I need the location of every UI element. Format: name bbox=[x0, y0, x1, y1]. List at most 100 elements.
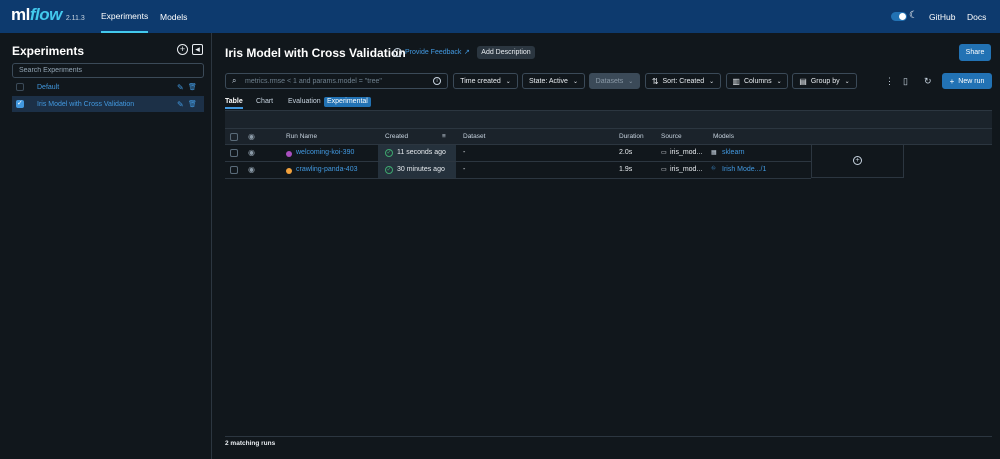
chevron-down-icon: ⌄ bbox=[844, 78, 850, 85]
more-options-icon[interactable]: ⋮ bbox=[885, 76, 894, 87]
footer-divider bbox=[225, 436, 992, 437]
row-checkbox[interactable] bbox=[230, 149, 238, 157]
info-icon[interactable]: i bbox=[433, 77, 441, 85]
select-all-checkbox[interactable] bbox=[230, 133, 238, 141]
eye-icon[interactable]: ◉ bbox=[248, 132, 255, 141]
row-checkbox[interactable] bbox=[230, 166, 238, 174]
created-cell: 30 minutes ago bbox=[397, 166, 445, 173]
chevron-down-icon: ⌄ bbox=[776, 78, 782, 85]
theme-toggle[interactable] bbox=[891, 12, 907, 21]
duration-cell: 2.0s bbox=[619, 149, 633, 156]
sidebar-item-default[interactable]: Default ✎ 🗑 bbox=[12, 79, 204, 95]
group-by-label: Group by bbox=[810, 77, 840, 85]
trash-icon[interactable]: 🗑 bbox=[188, 83, 197, 91]
nav-models[interactable]: Models bbox=[160, 0, 187, 33]
search-icon: ⌕ bbox=[232, 76, 237, 85]
run-name-link[interactable]: welcoming-koi-390 bbox=[296, 149, 354, 156]
nav-experiments[interactable]: Experiments bbox=[101, 0, 149, 33]
model-link[interactable]: Irish Mode.../1 bbox=[722, 166, 766, 173]
time-created-label: Time created bbox=[460, 77, 501, 85]
side-panel-icon[interactable]: ▯ bbox=[903, 76, 908, 87]
chevron-down-icon: ⌄ bbox=[572, 78, 578, 85]
trash-icon[interactable]: 🗑 bbox=[188, 100, 197, 108]
columns-dropdown[interactable]: ▥ Columns ⌄ bbox=[726, 73, 788, 89]
created-cell: 11 seconds ago bbox=[397, 149, 446, 156]
notebook-icon: ▭ bbox=[661, 167, 667, 173]
share-button[interactable]: Share bbox=[959, 44, 991, 61]
docs-link[interactable]: Docs bbox=[967, 12, 986, 22]
columns-label: Columns bbox=[743, 77, 772, 85]
group-by-dropdown[interactable]: ▤ Group by ⌄ bbox=[792, 73, 857, 89]
table-header: ◉ Run Name Created ≡ Dataset Duration So… bbox=[225, 128, 992, 145]
sidebar-title: Experiments bbox=[12, 44, 85, 58]
run-name-link[interactable]: crawling-panda-403 bbox=[296, 166, 357, 173]
sort-icon: ⇅ bbox=[651, 76, 659, 86]
experiment-name: Iris Model with Cross Validation bbox=[37, 100, 135, 108]
plus-icon: + bbox=[949, 76, 955, 86]
model-link[interactable]: sklearn bbox=[722, 149, 745, 156]
add-experiment-icon[interactable]: + bbox=[177, 44, 188, 55]
experiment-checkbox[interactable] bbox=[16, 99, 24, 108]
top-navigation-bar: ml flow 2.11.3 Experiments Models ☾ GitH… bbox=[0, 0, 1000, 33]
moon-icon: ☾ bbox=[909, 10, 918, 21]
new-run-button[interactable]: + New run bbox=[942, 73, 992, 89]
provide-feedback-link[interactable]: Provide Feedback bbox=[405, 49, 461, 56]
mlflow-logo[interactable]: ml flow 2.11.3 bbox=[11, 5, 85, 25]
add-column-area: + bbox=[811, 145, 904, 178]
github-link[interactable]: GitHub bbox=[929, 12, 955, 22]
chevron-down-icon: ⌄ bbox=[628, 78, 634, 85]
collapse-sidebar-icon[interactable]: ◂ bbox=[192, 44, 203, 55]
sort-label: Sort: Created bbox=[662, 77, 705, 85]
tab-evaluation[interactable]: Evaluation bbox=[288, 98, 321, 105]
external-link-icon: ↗ bbox=[464, 49, 470, 56]
group-by-icon: ▤ bbox=[799, 76, 807, 86]
new-run-label: New run bbox=[958, 77, 985, 85]
sort-dropdown[interactable]: ⇅ Sort: Created ⌄ bbox=[645, 73, 721, 89]
chevron-down-icon: ⌄ bbox=[709, 78, 715, 85]
add-description-button[interactable]: Add Description bbox=[477, 46, 535, 59]
model-icon: ▦ bbox=[711, 150, 717, 156]
registered-model-icon: ⛗ bbox=[711, 166, 716, 172]
header-run-name[interactable]: Run Name bbox=[286, 133, 317, 140]
header-source[interactable]: Source bbox=[661, 133, 682, 140]
columns-icon: ▥ bbox=[732, 76, 740, 86]
experiment-name: Default bbox=[37, 83, 60, 91]
time-created-dropdown[interactable]: Time created ⌄ bbox=[453, 73, 518, 89]
sidebar-item-iris-model[interactable]: Iris Model with Cross Validation ✎ 🗑 bbox=[12, 96, 204, 112]
header-duration[interactable]: Duration bbox=[619, 133, 644, 140]
run-color-dot[interactable] bbox=[286, 168, 292, 174]
state-dropdown[interactable]: State: Active ⌄ bbox=[522, 73, 585, 89]
status-success-icon: ✓ bbox=[385, 149, 393, 157]
run-color-dot[interactable] bbox=[286, 151, 292, 157]
source-cell[interactable]: iris_mod... bbox=[670, 149, 702, 156]
info-icon[interactable]: i bbox=[393, 48, 402, 57]
chevron-down-icon: ⌄ bbox=[505, 78, 511, 85]
header-created[interactable]: Created bbox=[385, 133, 408, 140]
table-group-header bbox=[225, 111, 992, 128]
source-cell[interactable]: iris_mod... bbox=[670, 166, 702, 173]
table-row[interactable]: ◉ welcoming-koi-390 ✓ 11 seconds ago - 2… bbox=[225, 145, 811, 162]
datasets-label: Datasets bbox=[595, 77, 624, 85]
version-label: 2.11.3 bbox=[65, 15, 85, 22]
edit-icon[interactable]: ✎ bbox=[177, 100, 184, 109]
header-dataset[interactable]: Dataset bbox=[463, 133, 485, 140]
logo-flow-text: flow bbox=[29, 5, 63, 24]
header-models[interactable]: Models bbox=[713, 133, 734, 140]
sort-icon[interactable]: ≡ bbox=[442, 133, 446, 140]
filter-runs-input[interactable]: ⌕ metrics.rmse < 1 and params.model = "t… bbox=[225, 73, 448, 89]
eye-icon[interactable]: ◉ bbox=[248, 148, 255, 157]
tab-table[interactable]: Table bbox=[225, 98, 243, 109]
state-label: State: Active bbox=[529, 77, 568, 85]
page-title: Iris Model with Cross Validation bbox=[225, 46, 406, 60]
search-experiments-input[interactable] bbox=[12, 63, 204, 78]
eye-icon[interactable]: ◉ bbox=[248, 165, 255, 174]
add-column-icon[interactable]: + bbox=[853, 156, 862, 165]
refresh-icon[interactable]: ↻ bbox=[924, 76, 932, 87]
edit-icon[interactable]: ✎ bbox=[177, 83, 184, 92]
datasets-dropdown[interactable]: Datasets ⌄ bbox=[589, 73, 640, 89]
table-row[interactable]: ◉ crawling-panda-403 ✓ 30 minutes ago - … bbox=[225, 162, 811, 179]
dataset-cell: - bbox=[463, 166, 466, 173]
matching-runs-count: 2 matching runs bbox=[225, 440, 276, 447]
tab-chart[interactable]: Chart bbox=[256, 98, 273, 105]
experiment-checkbox[interactable] bbox=[16, 83, 24, 91]
